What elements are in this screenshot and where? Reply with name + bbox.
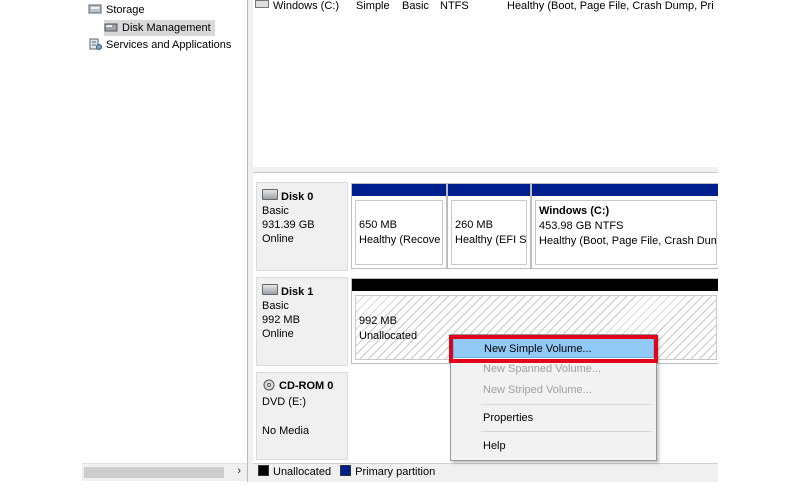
disk-status: Online <box>262 233 294 245</box>
disk-icon <box>262 189 278 200</box>
menu-item-new-spanned-volume[interactable]: New Spanned Volume... <box>453 359 654 379</box>
tree-item-storage[interactable]: Storage <box>88 2 145 18</box>
unallocated-swatch <box>258 465 269 476</box>
partition-status: Healthy (Recove <box>359 234 441 246</box>
services-icon <box>88 38 102 50</box>
cdrom-0-label[interactable]: CD-ROM 0 DVD (E:) No Media <box>256 372 348 460</box>
partition-body: 260 MB Healthy (EFI S <box>451 200 527 265</box>
disk-1-label[interactable]: Disk 1 Basic 992 MB Online <box>256 277 348 366</box>
tree-item-disk-management[interactable]: Disk Management <box>104 20 215 36</box>
disk-name: CD-ROM 0 <box>279 380 334 392</box>
volume-list-row[interactable]: Windows (C:) <box>255 0 339 12</box>
menu-item-new-striped-volume[interactable]: New Striped Volume... <box>453 380 654 400</box>
cdrom-icon <box>262 379 276 395</box>
partition-header <box>448 184 530 196</box>
volume-name: Windows (C:) <box>273 0 340 12</box>
legend: Unallocated Primary partition <box>253 463 718 482</box>
disk-type: DVD (E:) <box>262 396 306 408</box>
partition-body: 650 MB Healthy (Recove <box>355 200 443 265</box>
partition-size: 260 MB <box>455 219 493 231</box>
partition-header <box>352 279 718 291</box>
menu-item-properties[interactable]: Properties <box>453 408 654 428</box>
menu-item-help[interactable]: Help <box>453 436 654 456</box>
disk-type: Basic <box>262 205 289 217</box>
disk-status: No Media <box>262 425 310 437</box>
menu-item-new-simple-volume[interactable]: New Simple Volume... <box>453 338 654 358</box>
disk-size: 992 MB <box>262 314 300 326</box>
disk-status: Online <box>262 328 294 340</box>
partition-size: 453.98 GB NTFS <box>539 220 624 232</box>
partition-size: 650 MB <box>359 219 397 231</box>
partition-size: 992 MB <box>359 315 397 327</box>
partition-recovery[interactable]: 650 MB Healthy (Recove <box>351 183 447 269</box>
partition-efi[interactable]: 260 MB Healthy (EFI S <box>447 183 531 269</box>
volume-layout: Simple <box>356 0 390 12</box>
partition-status: Healthy (EFI S <box>455 234 527 246</box>
partition-title: Windows (C:) <box>539 205 610 217</box>
legend-primary: Primary partition <box>355 466 436 478</box>
legend-unallocated: Unallocated <box>273 466 332 478</box>
storage-icon <box>88 3 102 15</box>
scrollbar-thumb[interactable] <box>84 467 224 478</box>
partition-header <box>532 184 718 196</box>
tree-item-label: Services and Applications <box>106 39 232 51</box>
volume-status: Healthy (Boot, Page File, Crash Dump, Pr… <box>507 0 714 12</box>
tree-item-label: Storage <box>106 4 145 16</box>
tree-item-label: Disk Management <box>122 22 211 34</box>
navigation-tree: Storage Disk Management Services and App… <box>82 0 247 480</box>
tree-horizontal-scrollbar[interactable]: › <box>82 463 247 481</box>
partition-header <box>352 184 446 196</box>
disk-type: Basic <box>262 300 289 312</box>
disk-0-label[interactable]: Disk 0 Basic 931.39 GB Online <box>256 182 348 271</box>
disk-icon <box>262 284 278 295</box>
disk-name: Disk 1 <box>281 286 314 298</box>
volume-icon <box>255 0 269 8</box>
volume-type: Basic <box>402 0 429 12</box>
scroll-right-arrow-icon[interactable]: › <box>237 465 241 477</box>
partition-body: Windows (C:) 453.98 GB NTFS Healthy (Boo… <box>535 200 717 265</box>
disk-size: 931.39 GB <box>262 219 315 231</box>
disk-name: Disk 0 <box>281 191 314 203</box>
context-menu: New Simple Volume... New Spanned Volume.… <box>450 334 657 461</box>
partition-windows-c[interactable]: Windows (C:) 453.98 GB NTFS Healthy (Boo… <box>531 183 718 269</box>
menu-separator <box>481 431 652 432</box>
menu-separator <box>481 404 652 405</box>
volume-list: Windows (C:) Simple Basic NTFS Healthy (… <box>253 0 718 167</box>
disk-management-icon <box>104 21 118 33</box>
volume-file-system: NTFS <box>440 0 469 12</box>
partition-status: Healthy (Boot, Page File, Crash Dum <box>539 235 717 247</box>
tree-item-services-and-applications[interactable]: Services and Applications <box>88 37 231 53</box>
primary-swatch <box>340 465 352 476</box>
